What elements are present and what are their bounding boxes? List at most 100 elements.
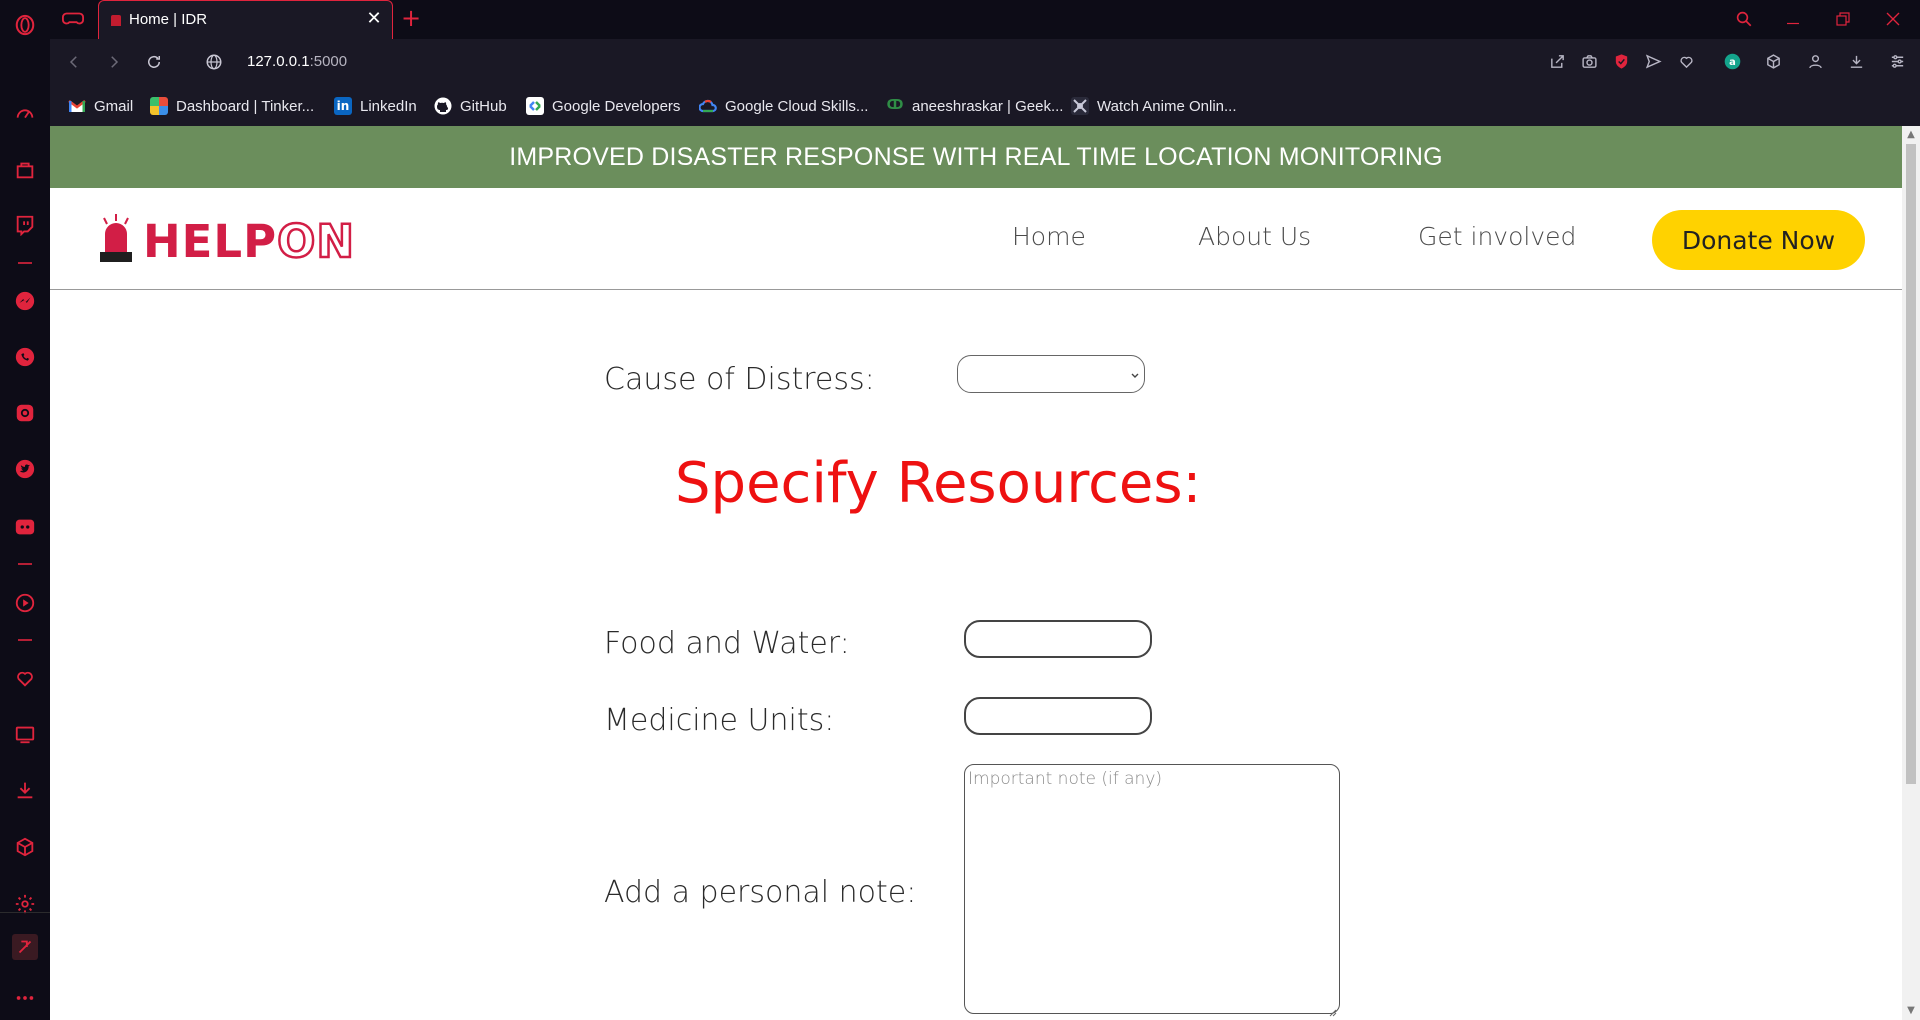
logo-text-on: ON	[276, 215, 355, 268]
tab-title: Home | IDR	[129, 11, 208, 28]
messenger-icon[interactable]	[12, 288, 38, 314]
medicine-units-label: Medicine Units:	[604, 703, 835, 738]
settings-gear-icon[interactable]	[12, 891, 38, 917]
minimize-icon[interactable]	[1780, 6, 1806, 32]
adblock-shield-icon[interactable]	[1610, 50, 1632, 72]
siren-favicon-icon	[111, 15, 121, 26]
nav-about-us[interactable]: About Us	[1198, 222, 1311, 251]
heart-icon[interactable]	[12, 665, 38, 691]
cause-of-distress-label: Cause of Distress:	[604, 362, 875, 397]
google-cloud-icon	[698, 97, 717, 115]
address-bar: 127.0.0.1:5000 a	[50, 39, 1920, 85]
search-tabs-icon[interactable]	[1731, 6, 1757, 32]
medicine-units-input[interactable]	[964, 697, 1152, 735]
gamepad-icon[interactable]	[62, 9, 84, 29]
instagram-icon[interactable]	[12, 400, 38, 426]
restore-icon[interactable]	[1830, 6, 1856, 32]
specify-resources-heading: Specify Resources:	[675, 451, 1202, 516]
sidebar-divider	[18, 262, 32, 264]
pinned-app-icon[interactable]	[12, 934, 38, 960]
logo-text-help: HELP	[143, 215, 278, 268]
scrollbar-thumb[interactable]	[1906, 144, 1916, 784]
url-port: :5000	[309, 53, 348, 70]
close-window-icon[interactable]	[1880, 6, 1906, 32]
cause-of-distress-select[interactable]	[957, 355, 1145, 393]
site-info-globe-icon[interactable]	[202, 50, 226, 74]
bookmark-label: Google Developers	[552, 97, 681, 115]
sidebar-divider	[18, 563, 32, 565]
tinkercad-icon	[150, 97, 168, 115]
personal-note-textarea[interactable]: Important note (if any)	[964, 764, 1340, 1017]
bookmark-anime[interactable]: Watch Anime Onlin...	[1071, 95, 1237, 117]
bookmarks-bar: Gmail Dashboard | Tinker... in LinkedIn …	[50, 85, 1920, 126]
resize-handle-icon[interactable]	[1328, 1002, 1337, 1017]
downloads-icon[interactable]	[12, 777, 38, 803]
new-tab-button[interactable]: +	[398, 5, 424, 31]
google-developers-icon	[526, 97, 544, 115]
extensions-cube-icon[interactable]	[12, 834, 38, 860]
tab-bar: Home | IDR ✕ +	[50, 0, 1920, 39]
player-icon[interactable]	[12, 590, 38, 616]
scroll-up-icon[interactable]: ▲	[1906, 130, 1916, 140]
bookmark-label: aneeshraskar | Geek...	[912, 97, 1064, 115]
forward-arrow-icon[interactable]	[102, 50, 126, 74]
bookmark-google-developers[interactable]: Google Developers	[526, 95, 680, 117]
banner-text: IMPROVED DISASTER RESPONSE WITH REAL TIM…	[509, 142, 1443, 171]
active-tab[interactable]: Home | IDR ✕	[98, 0, 393, 39]
back-arrow-icon[interactable]	[62, 50, 86, 74]
siren-icon	[97, 212, 135, 264]
web-page: IMPROVED DISASTER RESPONSE WITH REAL TIM…	[50, 126, 1902, 1020]
bookmark-tinkercad[interactable]: Dashboard | Tinker...	[150, 95, 314, 117]
bookmark-heart-icon[interactable]	[1675, 50, 1697, 72]
discord-icon[interactable]	[12, 514, 38, 540]
top-banner: IMPROVED DISASTER RESPONSE WITH REAL TIM…	[50, 126, 1902, 188]
linkedin-icon: in	[334, 97, 352, 115]
bookmark-google-cloud[interactable]: Google Cloud Skills...	[698, 95, 869, 117]
bookmark-linkedin[interactable]: in LinkedIn	[334, 95, 417, 117]
page-scrollbar[interactable]: ▲ ▼	[1902, 126, 1920, 1020]
bookmark-label: Dashboard | Tinker...	[176, 97, 315, 115]
nav-get-involved[interactable]: Get involved	[1418, 222, 1576, 251]
reload-icon[interactable]	[142, 50, 166, 74]
easy-setup-sliders-icon[interactable]	[1886, 50, 1908, 72]
github-icon	[434, 97, 452, 115]
bookmark-github[interactable]: GitHub	[434, 95, 507, 117]
bookmark-label: GitHub	[460, 97, 507, 115]
share-icon[interactable]	[1546, 50, 1568, 72]
history-icon[interactable]	[12, 721, 38, 747]
aria-ai-icon[interactable]: a	[1721, 50, 1743, 72]
more-options-icon[interactable]	[12, 985, 38, 1011]
nav-home[interactable]: Home	[1012, 222, 1086, 251]
sidebar-divider	[0, 912, 50, 913]
twitter-icon[interactable]	[12, 456, 38, 482]
tab-close-icon[interactable]: ✕	[364, 9, 384, 29]
donate-now-button[interactable]: Donate Now	[1652, 210, 1865, 270]
helpon-logo[interactable]: HELPON	[97, 212, 355, 266]
whatsapp-icon[interactable]	[12, 344, 38, 370]
svg-text:a: a	[1729, 57, 1736, 68]
logo-wordmark: HELPON	[143, 218, 355, 266]
bookmark-label: Google Cloud Skills...	[725, 97, 869, 115]
snapshot-camera-icon[interactable]	[1578, 50, 1600, 72]
sidebar-divider	[18, 639, 32, 641]
chevron-down-icon	[1130, 366, 1140, 378]
food-water-input[interactable]	[964, 620, 1152, 658]
download-icon[interactable]	[1845, 50, 1867, 72]
send-arrow-icon[interactable]	[1642, 50, 1664, 72]
shopping-bag-icon[interactable]	[12, 157, 38, 183]
bookmark-label: LinkedIn	[360, 97, 417, 115]
site-header: HELPON Home About Us Get involved Donate…	[50, 188, 1902, 290]
speed-dial-icon[interactable]	[12, 101, 38, 127]
gmail-icon	[68, 97, 86, 115]
url-field[interactable]: 127.0.0.1:5000	[247, 53, 347, 70]
opera-logo-icon[interactable]	[12, 12, 38, 38]
profile-icon[interactable]	[1804, 50, 1826, 72]
bookmark-gmail[interactable]: Gmail	[68, 95, 133, 117]
anime-site-icon	[1071, 97, 1089, 115]
extensions-icon[interactable]	[1762, 50, 1784, 72]
url-host: 127.0.0.1	[247, 53, 310, 70]
bookmark-geeksforgeeks[interactable]: ↀ aneeshraskar | Geek...	[886, 95, 1064, 117]
twitch-icon[interactable]	[12, 212, 38, 238]
scroll-down-icon[interactable]: ▼	[1906, 1006, 1916, 1016]
food-water-label: Food and Water:	[604, 626, 850, 661]
